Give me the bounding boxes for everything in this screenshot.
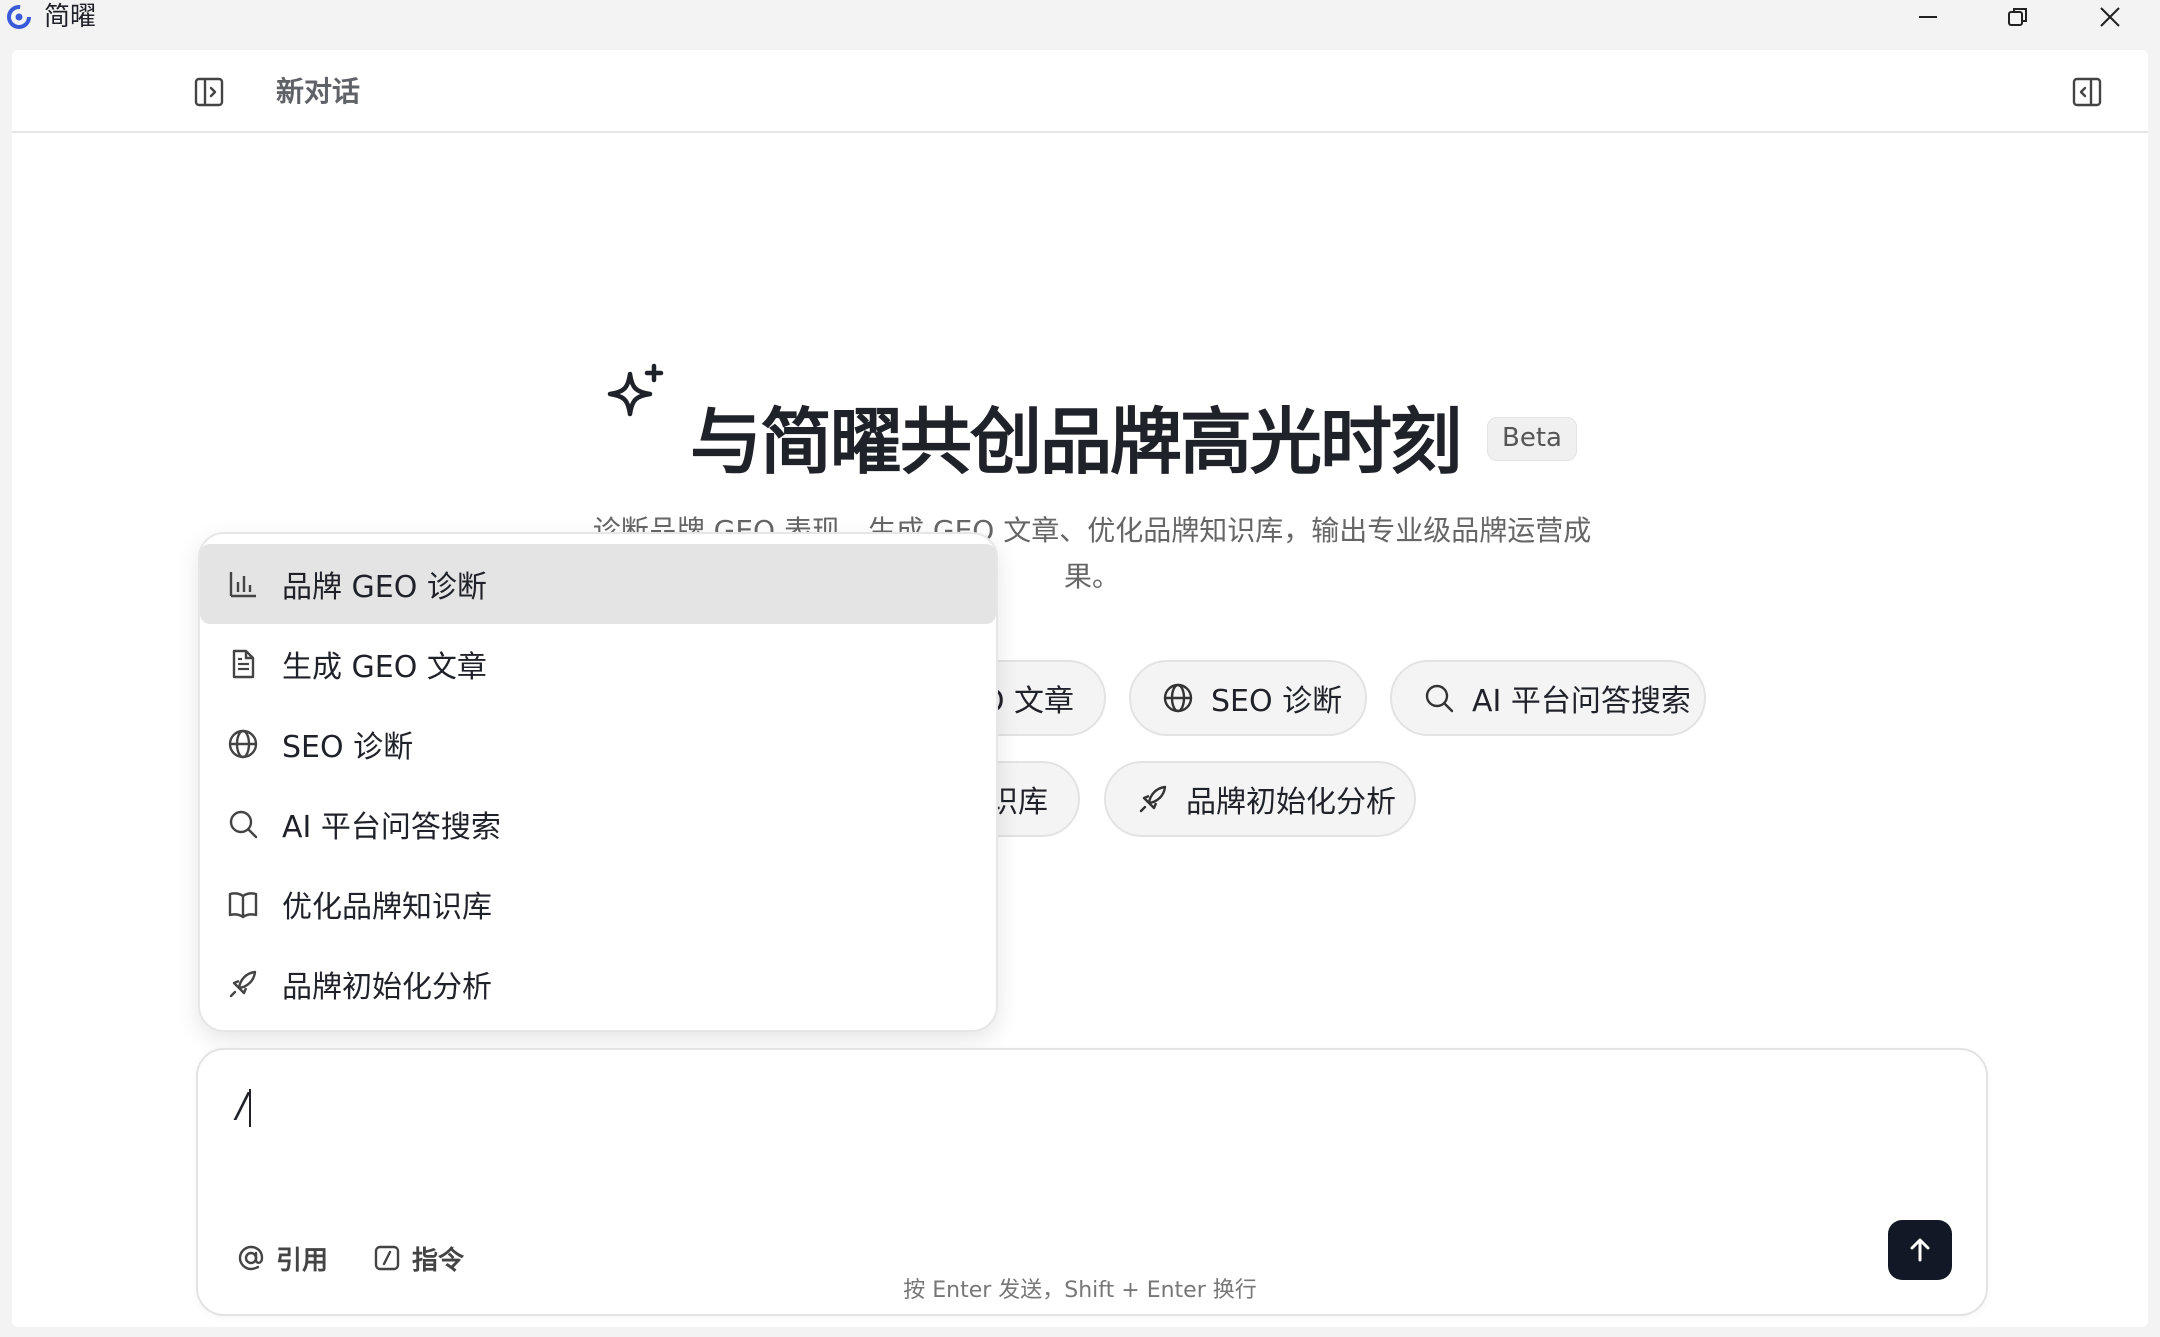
chat-title: 新对话 xyxy=(276,75,361,108)
globe-icon xyxy=(1163,683,1193,713)
cite-label: 引用 xyxy=(276,1245,329,1276)
file-icon xyxy=(232,649,255,679)
beta-badge: Beta xyxy=(1487,417,1577,461)
message-input[interactable]: / xyxy=(236,1076,1936,1136)
chip-brand-init-analysis[interactable]: 品牌初始化分析 xyxy=(1104,761,1416,837)
chip-label: 品牌初始化分析 xyxy=(1186,785,1396,820)
rocket-icon xyxy=(229,970,257,998)
dropdown-item-brand-init-analysis[interactable]: 品牌初始化分析 xyxy=(200,944,996,1024)
title-bar: 简曜 xyxy=(0,0,2160,50)
app-logo-icon xyxy=(7,5,31,29)
dropdown-item-label: AI 平台问答搜索 xyxy=(282,810,501,845)
send-hint: 按 Enter 发送，Shift + Enter 换行 xyxy=(903,1278,1257,1303)
minimize-icon xyxy=(1919,16,1937,18)
dropdown-item-label: 品牌初始化分析 xyxy=(282,970,492,1005)
search-icon xyxy=(229,810,258,839)
at-sign-icon xyxy=(238,1245,264,1271)
right-panel-toggle-icon[interactable] xyxy=(2070,74,2106,110)
chip-seo-diagnosis[interactable]: SEO 诊断 xyxy=(1129,660,1367,736)
send-button[interactable] xyxy=(1888,1220,1952,1280)
hero-title: 与简曜共创品牌高光时刻 xyxy=(690,400,1462,484)
close-icon xyxy=(2100,7,2120,27)
sidebar-toggle-icon[interactable] xyxy=(192,74,228,110)
minimize-button[interactable] xyxy=(1898,0,1958,34)
bar-chart-icon xyxy=(229,572,256,598)
globe-icon xyxy=(228,729,258,759)
main-panel: 新对话 与简曜共创品牌高光时刻 Beta 诊断品牌 GEO 表现、生成 GEO … xyxy=(12,50,2148,1327)
dropdown-item-brand-geo-diagnosis[interactable]: 品牌 GEO 诊断 xyxy=(200,544,996,624)
dropdown-item-label: 品牌 GEO 诊断 xyxy=(282,570,487,605)
search-icon xyxy=(1425,684,1454,713)
dropdown-item-label: SEO 诊断 xyxy=(282,730,414,765)
cite-button[interactable]: 引用 xyxy=(236,1238,328,1278)
slash-command-icon xyxy=(374,1245,400,1271)
dropdown-item-seo-diagnosis[interactable]: SEO 诊断 xyxy=(200,704,996,784)
dropdown-item-label: 优化品牌知识库 xyxy=(282,890,492,925)
sparkle-icon xyxy=(607,363,664,417)
book-icon xyxy=(228,892,258,919)
chip-label: AI 平台问答搜索 xyxy=(1472,684,1691,719)
arrow-up-icon xyxy=(1910,1238,1930,1262)
restore-button[interactable] xyxy=(1988,0,2048,34)
close-button[interactable] xyxy=(2080,0,2140,34)
command-dropdown: 品牌 GEO 诊断 生成 GEO 文章 SEO 诊断 AI 平台问答搜索 优化品… xyxy=(198,532,998,1032)
command-label: 指令 xyxy=(412,1245,465,1276)
app-title: 简曜 xyxy=(44,2,97,32)
dropdown-item-optimize-knowledge-base[interactable]: 优化品牌知识库 xyxy=(200,864,996,944)
rocket-icon xyxy=(1139,785,1167,813)
dropdown-item-generate-geo-article[interactable]: 生成 GEO 文章 xyxy=(200,624,996,704)
text-caret xyxy=(249,1088,252,1127)
dropdown-item-ai-search[interactable]: AI 平台问答搜索 xyxy=(200,784,996,864)
message-input-value: / xyxy=(236,1086,248,1126)
top-bar: 新对话 xyxy=(12,50,2148,133)
chip-label: SEO 诊断 xyxy=(1211,684,1343,719)
dropdown-item-label: 生成 GEO 文章 xyxy=(282,650,487,685)
chip-ai-search[interactable]: AI 平台问答搜索 xyxy=(1390,660,1706,736)
command-button[interactable]: 指令 xyxy=(372,1238,464,1278)
restore-icon xyxy=(2008,8,2027,26)
